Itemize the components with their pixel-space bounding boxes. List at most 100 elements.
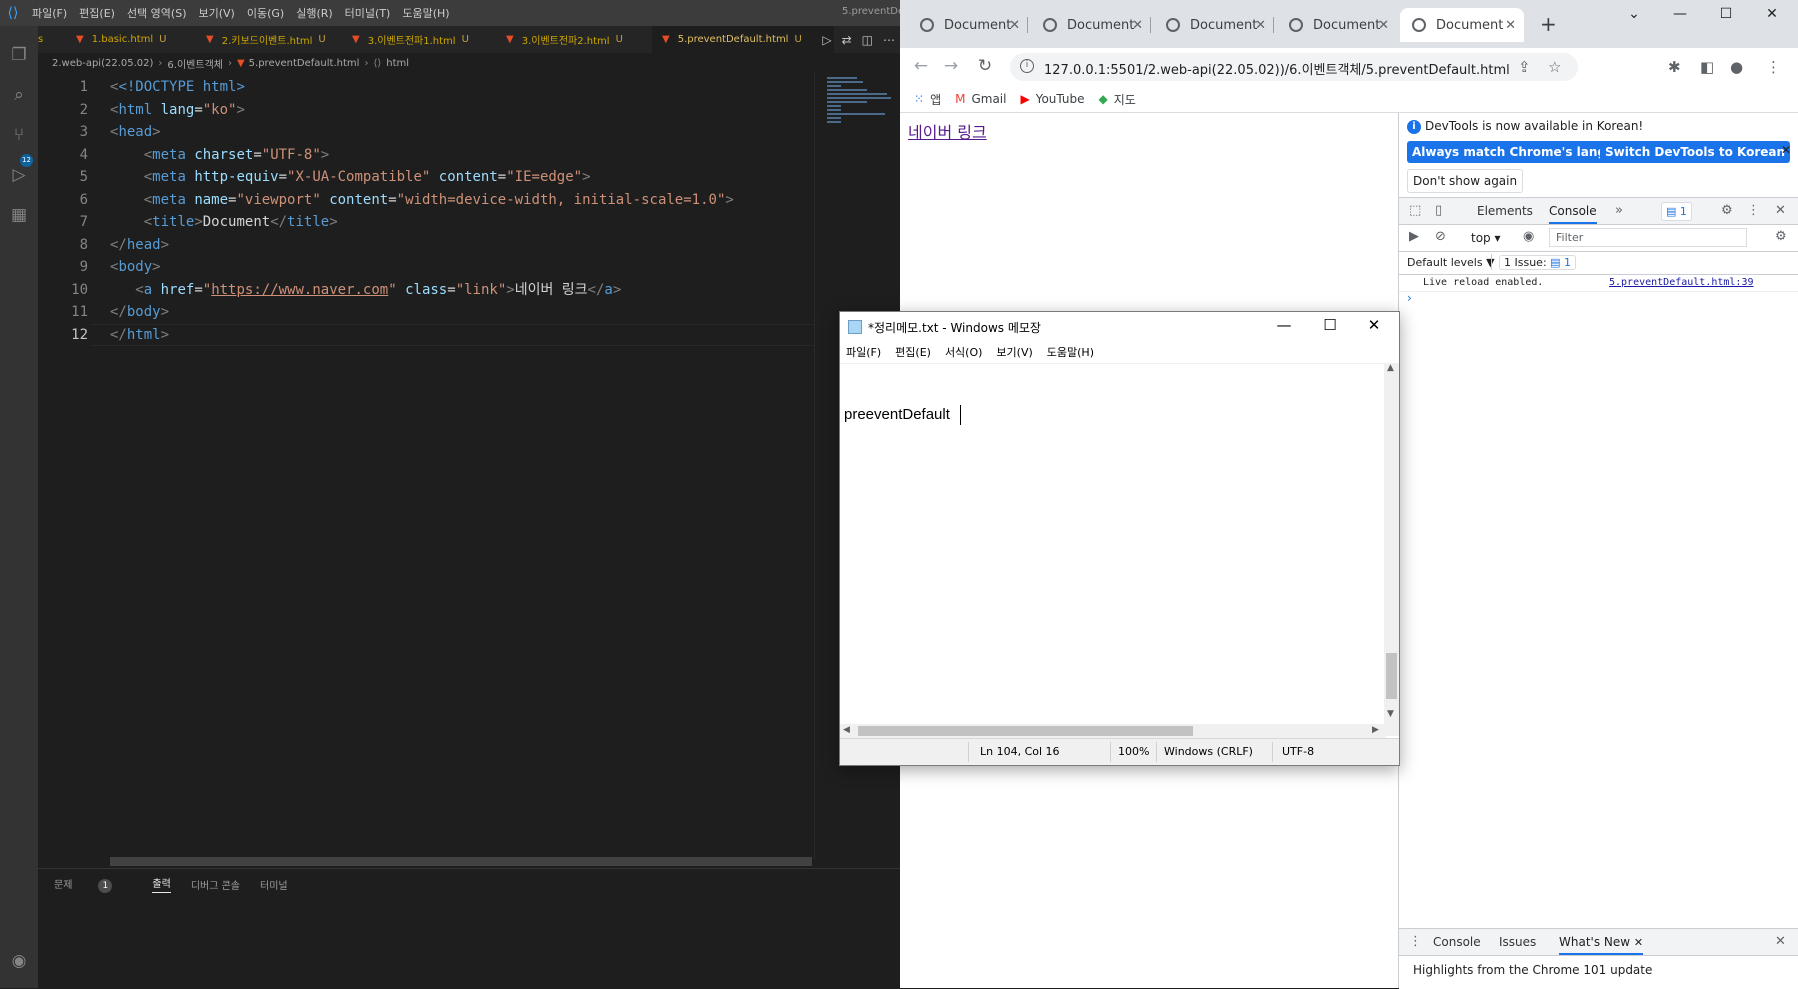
close-devtools-icon[interactable]: ✕: [1775, 203, 1786, 218]
menu-terminal[interactable]: 터미널(T): [345, 5, 391, 21]
panel-tab-output[interactable]: 출력: [152, 875, 171, 893]
extensions-icon[interactable]: ▦: [8, 204, 30, 226]
scroll-thumb[interactable]: [858, 726, 1193, 736]
profile-icon[interactable]: ●: [1730, 58, 1743, 76]
devtools-tab-elements[interactable]: Elements: [1477, 198, 1533, 224]
maximize-icon[interactable]: ☐: [1308, 316, 1352, 334]
tab-search-icon[interactable]: ⌄: [1612, 6, 1656, 22]
split-editor-icon[interactable]: ◫: [862, 33, 873, 47]
account-icon[interactable]: ◉: [8, 950, 30, 972]
sidebar-toggle-icon[interactable]: ▶: [1409, 229, 1419, 244]
notepad-vertical-scrollbar[interactable]: ▲ ▼: [1384, 363, 1399, 736]
scroll-down-icon[interactable]: ▼: [1387, 709, 1394, 719]
more-icon[interactable]: ⋯: [883, 33, 895, 47]
close-tab-icon[interactable]: ✕: [1378, 18, 1389, 33]
console-filter-input[interactable]: Filter: [1549, 228, 1747, 247]
compare-icon[interactable]: ⇄: [842, 33, 852, 47]
devtools-tab-console[interactable]: Console: [1549, 198, 1597, 224]
drawer-tab-issues[interactable]: Issues: [1499, 929, 1536, 955]
breadcrumb-item[interactable]: 2.web-api(22.05.02): [52, 58, 153, 69]
switch-to-korean-button[interactable]: Switch DevTools to Korean: [1600, 141, 1791, 163]
panel-tab-terminal[interactable]: 터미널: [260, 877, 288, 892]
console-log-source-link[interactable]: 5.preventDefault.html:39: [1609, 277, 1754, 288]
explorer-icon[interactable]: ❐: [8, 44, 30, 66]
bookmark-maps[interactable]: ◆ 지도: [1099, 91, 1136, 108]
menu-run[interactable]: 실행(R): [296, 5, 332, 21]
notepad-titlebar[interactable]: *정리메모.txt - Windows 메모장 — ☐ ✕: [840, 312, 1399, 342]
breadcrumb-item[interactable]: 6.이벤트객체: [167, 56, 223, 71]
run-debug-icon[interactable]: ▷: [8, 164, 30, 186]
inspect-element-icon[interactable]: ⬚: [1409, 203, 1421, 218]
browser-tab[interactable]: Document ✕: [1277, 8, 1397, 42]
bookmark-gmail[interactable]: M Gmail: [955, 92, 1006, 106]
browser-tab[interactable]: Document ✕: [1031, 8, 1151, 42]
close-tab-icon[interactable]: ✕: [1132, 18, 1143, 33]
menu-help[interactable]: 도움말(H): [402, 5, 449, 21]
reload-icon[interactable]: ↻: [974, 56, 996, 76]
messages-count-chip[interactable]: ▤ 1: [1661, 202, 1692, 221]
editor-tab[interactable]: ▼ 3.이벤트전파1.html U: [352, 26, 502, 53]
close-tab-icon[interactable]: ✕: [1009, 18, 1020, 33]
dont-show-again-button[interactable]: Don't show again: [1407, 169, 1524, 193]
naver-link[interactable]: 네이버 링크: [908, 119, 987, 143]
panel-tab-debug-console[interactable]: 디버그 콘솔: [191, 877, 240, 892]
menu-view[interactable]: 보기(V): [198, 5, 234, 21]
maximize-icon[interactable]: ☐: [1704, 6, 1748, 22]
close-drawer-icon[interactable]: ✕: [1775, 934, 1786, 949]
source-control-icon[interactable]: ⑂: [8, 124, 30, 146]
site-info-icon[interactable]: i: [1020, 59, 1034, 73]
menu-help[interactable]: 도움말(H): [1047, 344, 1094, 360]
forward-icon[interactable]: →: [940, 56, 962, 76]
code-editor[interactable]: 1 <<!DOCTYPE html> 2 <html lang="ko"> 3 …: [38, 73, 814, 859]
bookmark-youtube[interactable]: ▶ YouTube: [1020, 92, 1084, 106]
side-panel-icon[interactable]: ◧: [1700, 58, 1714, 76]
panel-tab-problems[interactable]: 문제 1: [54, 876, 132, 893]
drawer-tab-console[interactable]: Console: [1433, 929, 1481, 955]
menu-go[interactable]: 이동(G): [247, 5, 284, 21]
minimize-icon[interactable]: —: [1658, 6, 1702, 22]
more-tabs-icon[interactable]: »: [1615, 203, 1623, 218]
share-icon[interactable]: ⇪: [1518, 58, 1531, 76]
scroll-left-icon[interactable]: ◀: [843, 725, 850, 735]
extensions-puzzle-icon[interactable]: ✱: [1668, 58, 1681, 76]
drawer-tab-whats-new[interactable]: What's New ✕: [1559, 929, 1644, 955]
search-icon[interactable]: ⌕: [8, 84, 30, 106]
browser-tab-active[interactable]: Document ✕: [1400, 8, 1524, 42]
menu-view[interactable]: 보기(V): [996, 344, 1032, 360]
bookmark-apps[interactable]: ⁙ 앱: [914, 91, 941, 108]
run-icon[interactable]: ▷: [822, 33, 831, 47]
console-output[interactable]: Live reload enabled. 5.preventDefault.ht…: [1399, 275, 1798, 775]
close-window-icon[interactable]: ✕: [1352, 316, 1396, 334]
menu-edit[interactable]: 편집(E): [79, 5, 115, 21]
context-selector[interactable]: top ▾: [1471, 231, 1501, 245]
close-tab-icon[interactable]: ✕: [1255, 18, 1266, 33]
drawer-menu-icon[interactable]: ⋮: [1409, 934, 1422, 949]
browser-tab[interactable]: Document ✕: [1154, 8, 1274, 42]
breadcrumb-item[interactable]: html: [386, 58, 409, 69]
editor-horizontal-scrollbar[interactable]: [110, 857, 812, 866]
menu-edit[interactable]: 편집(E): [895, 344, 931, 360]
menu-file[interactable]: 파일(F): [32, 5, 67, 21]
default-levels-dropdown[interactable]: Default levels ▼: [1407, 256, 1495, 269]
chrome-menu-icon[interactable]: ⋮: [1766, 58, 1781, 76]
close-tab-icon[interactable]: ✕: [1634, 936, 1643, 949]
console-settings-icon[interactable]: ⚙: [1775, 229, 1787, 244]
devtools-menu-icon[interactable]: ⋮: [1747, 203, 1760, 218]
scroll-up-icon[interactable]: ▲: [1387, 363, 1394, 373]
notepad-text-area[interactable]: preeventDefault: [840, 363, 1386, 737]
address-bar[interactable]: i 127.0.0.1:5501/2.web-api(22.05.02))/6.…: [1010, 53, 1578, 81]
editor-tab[interactable]: ▼ 3.이벤트전파2.html U: [506, 26, 656, 53]
browser-tab[interactable]: Document ✕: [908, 8, 1028, 42]
settings-gear-icon[interactable]: ⚙: [1721, 203, 1733, 218]
live-expression-eye-icon[interactable]: ◉: [1523, 229, 1534, 244]
close-infobar-icon[interactable]: ✕: [1781, 143, 1791, 157]
console-prompt-icon[interactable]: ›: [1407, 291, 1412, 305]
editor-tab[interactable]: s: [38, 26, 78, 53]
back-icon[interactable]: ←: [910, 56, 932, 76]
clear-console-icon[interactable]: ⊘: [1435, 229, 1446, 244]
close-tab-icon[interactable]: ✕: [1505, 18, 1516, 33]
scroll-right-icon[interactable]: ▶: [1372, 725, 1379, 735]
minimize-icon[interactable]: —: [1262, 316, 1306, 334]
close-window-icon[interactable]: ✕: [1750, 6, 1794, 22]
bookmark-star-icon[interactable]: ☆: [1548, 58, 1561, 76]
